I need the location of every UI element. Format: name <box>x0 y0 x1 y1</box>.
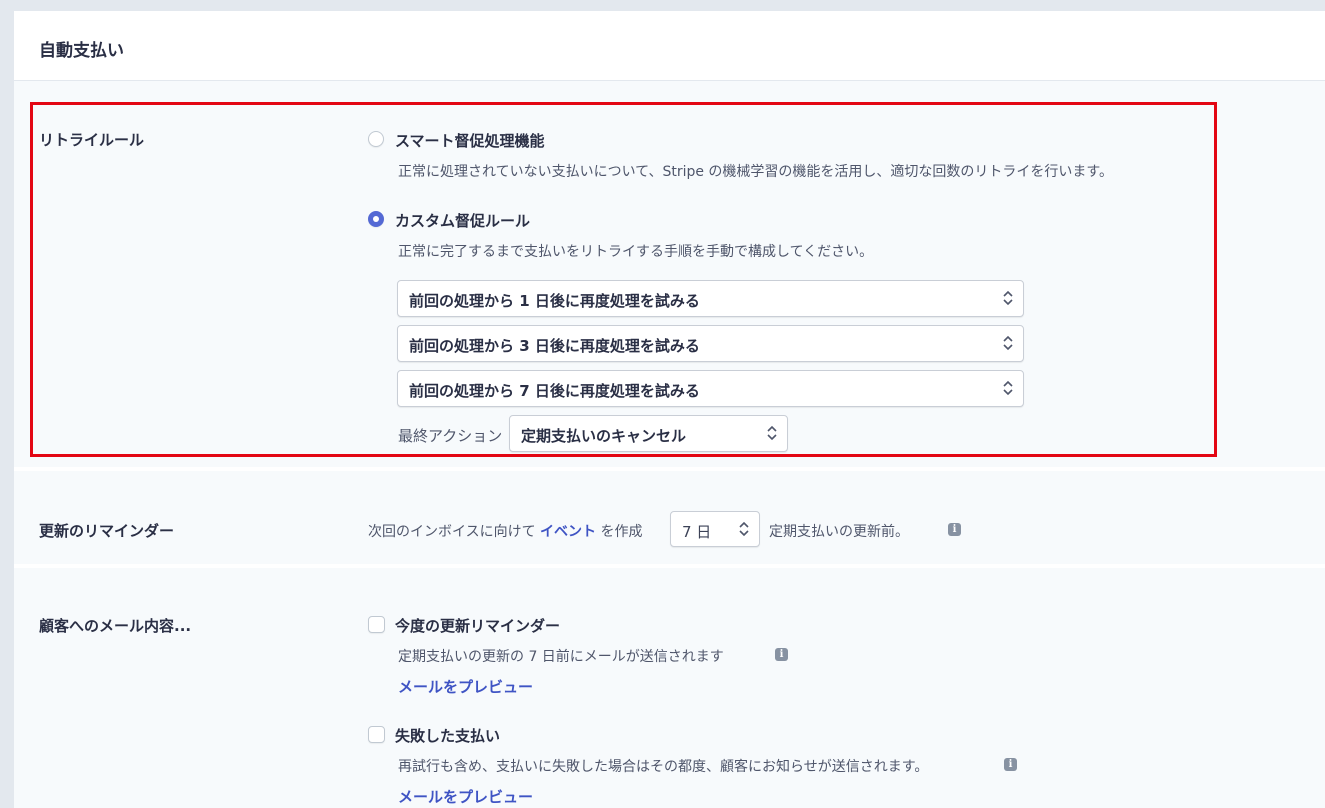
customer-emails-label: 顧客へのメール内容... <box>39 617 192 635</box>
reminder-suffix: 定期支払いの更新前。 <box>769 524 909 540</box>
renewal-reminder-section: 更新のリマインダー 次回のインボイスに向けて イベント を作成 7 日 定期支払… <box>14 471 1325 564</box>
failed-payment-email-title: 失敗した支払い <box>395 727 501 745</box>
preview-email-link[interactable]: メールをプレビュー <box>398 676 533 697</box>
chevron-up-down-icon <box>1003 290 1013 306</box>
reminder-middle: を作成 <box>600 524 643 540</box>
custom-retries-title: カスタム督促ルール <box>395 212 531 230</box>
chevron-up-down-icon <box>1003 335 1013 351</box>
smart-retries-radio[interactable] <box>368 131 384 147</box>
reminder-days-value: 7 日 <box>682 523 712 541</box>
smart-retries-title: スマート督促処理機能 <box>395 132 545 150</box>
retry-step-select-2[interactable]: 前回の処理から 3 日後に再度処理を試みる <box>397 325 1024 362</box>
reminder-days-select[interactable]: 7 日 <box>670 511 760 547</box>
final-action-select-value: 定期支払いのキャンセル <box>521 427 687 445</box>
reminder-prefix-text: 次回のインボイスに向けて イベント を作成 <box>368 521 643 541</box>
chevron-up-down-icon <box>767 425 777 441</box>
chevron-up-down-icon <box>739 521 749 537</box>
reminder-prefix: 次回のインボイスに向けて <box>368 524 536 540</box>
retry-step-select-value: 前回の処理から 3 日後に再度処理を試みる <box>409 337 700 355</box>
retry-step-select-value: 前回の処理から 1 日後に再度処理を試みる <box>409 292 700 310</box>
automatic-payments-panel: 自動支払い リトライルール スマート督促処理機能 正常に処理されていない支払いに… <box>14 11 1325 808</box>
customer-emails-section: 顧客へのメール内容... 今度の更新リマインダー 定期支払いの更新の 7 日前に… <box>14 568 1325 808</box>
event-link[interactable]: イベント <box>540 524 596 540</box>
retry-rules-label: リトライルール <box>39 131 145 149</box>
renewal-reminder-checkbox[interactable] <box>368 616 385 633</box>
info-icon[interactable]: i <box>775 648 788 661</box>
chevron-up-down-icon <box>1003 380 1013 396</box>
retry-step-select-1[interactable]: 前回の処理から 1 日後に再度処理を試みる <box>397 280 1024 317</box>
renewal-reminder-email-title: 今度の更新リマインダー <box>395 617 561 635</box>
preview-email-link[interactable]: メールをプレビュー <box>398 786 533 807</box>
retry-rules-section: リトライルール スマート督促処理機能 正常に処理されていない支払いについて、St… <box>14 81 1325 467</box>
retry-step-select-3[interactable]: 前回の処理から 7 日後に再度処理を試みる <box>397 370 1024 407</box>
custom-retries-radio[interactable] <box>368 211 384 227</box>
page-title: 自動支払い <box>39 41 124 61</box>
retry-step-select-value: 前回の処理から 7 日後に再度処理を試みる <box>409 382 700 400</box>
custom-retries-description: 正常に完了するまで支払いをリトライする手順を手動で構成してください。 <box>398 244 874 260</box>
panel-header: 自動支払い <box>14 11 1325 81</box>
final-action-label: 最終アクション <box>398 427 503 445</box>
failed-payment-email-description: 再試行も含め、支払いに失敗した場合はその都度、顧客にお知らせが送信されます。 <box>398 759 929 775</box>
renewal-reminder-label: 更新のリマインダー <box>39 522 175 540</box>
info-icon[interactable]: i <box>1004 758 1017 771</box>
info-icon[interactable]: i <box>948 523 961 536</box>
renewal-reminder-email-description: 定期支払いの更新の 7 日前にメールが送信されます <box>398 649 724 665</box>
final-action-select[interactable]: 定期支払いのキャンセル <box>509 415 788 452</box>
smart-retries-description: 正常に処理されていない支払いについて、Stripe の機械学習の機能を活用し、適… <box>398 164 1114 180</box>
failed-payment-checkbox[interactable] <box>368 726 385 743</box>
